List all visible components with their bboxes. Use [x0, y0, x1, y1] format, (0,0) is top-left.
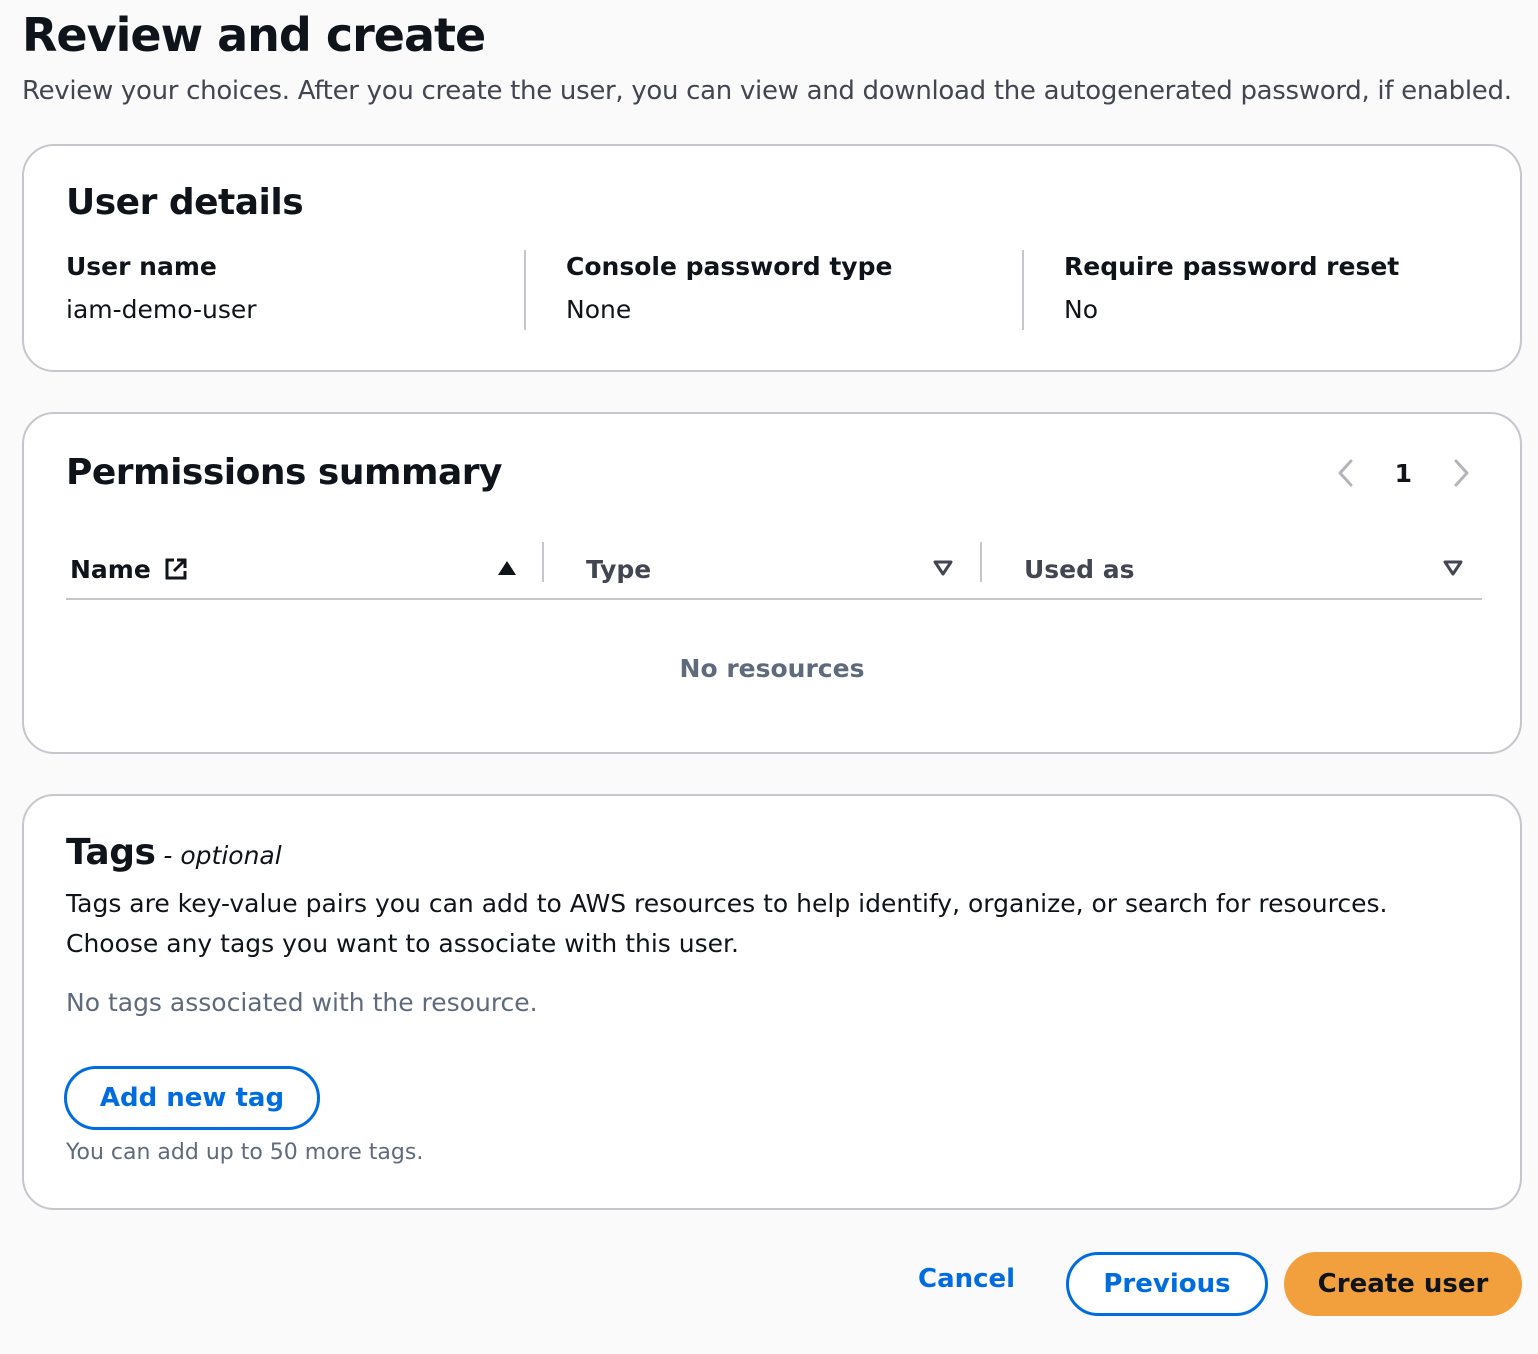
column-divider: [980, 542, 982, 582]
column-divider: [542, 542, 544, 582]
column-divider: [1022, 250, 1024, 330]
sort-ascending-icon[interactable]: [496, 554, 518, 583]
column-header-used-as-label: Used as: [1024, 554, 1135, 584]
column-header-type-label: Type: [586, 554, 652, 584]
external-link-icon: [163, 556, 189, 582]
console-password-type-label: Console password type: [566, 252, 893, 281]
page-title: Review and create: [22, 8, 486, 62]
permissions-summary-card: Permissions summary 1 Name Type Used as …: [22, 412, 1522, 754]
user-details-card: User details User name iam-demo-user Con…: [22, 144, 1522, 372]
tags-description: Tags are key-value pairs you can add to …: [66, 889, 1388, 958]
sort-down-icon[interactable]: [1442, 554, 1464, 583]
column-header-type[interactable]: Type: [586, 540, 986, 598]
chevron-right-icon[interactable]: [1446, 458, 1476, 488]
user-name-field: User name iam-demo-user: [66, 252, 257, 324]
user-name-value: iam-demo-user: [66, 295, 257, 324]
no-tags-message: No tags associated with the resource.: [66, 988, 538, 1017]
no-resources-message: No resources: [679, 654, 865, 683]
tags-card: Tags - optional Tags are key-value pairs …: [22, 794, 1522, 1210]
create-user-button[interactable]: Create user: [1284, 1252, 1522, 1316]
column-header-name[interactable]: Name: [70, 540, 530, 598]
console-password-type-value: None: [566, 295, 632, 324]
permissions-summary-title: Permissions summary: [66, 452, 503, 493]
current-page-number[interactable]: 1: [1395, 459, 1412, 488]
pagination: 1: [1331, 458, 1476, 488]
column-header-used-as[interactable]: Used as: [1024, 540, 1480, 598]
tags-title: Tags: [66, 832, 156, 873]
tags-limit-hint: You can add up to 50 more tags.: [66, 1140, 424, 1165]
user-name-label: User name: [66, 252, 217, 281]
console-password-type-field: Console password type None: [566, 252, 892, 324]
require-password-reset-value: No: [1064, 295, 1098, 324]
previous-button[interactable]: Previous: [1066, 1252, 1268, 1316]
tags-optional-label: - optional: [163, 841, 282, 870]
require-password-reset-field: Require password reset No: [1064, 252, 1399, 324]
column-header-name-label: Name: [70, 554, 151, 584]
require-password-reset-label: Require password reset: [1064, 252, 1400, 281]
table-header: Name Type Used as: [66, 540, 1482, 600]
chevron-left-icon[interactable]: [1331, 458, 1361, 488]
column-divider: [524, 250, 526, 330]
tags-heading: Tags - optional: [66, 832, 282, 873]
page-description: Review your choices. After you create th…: [22, 76, 1512, 106]
user-details-title: User details: [66, 182, 304, 223]
cancel-button[interactable]: Cancel: [918, 1264, 1015, 1294]
add-new-tag-button[interactable]: Add new tag: [64, 1066, 320, 1130]
sort-down-icon[interactable]: [932, 554, 954, 583]
